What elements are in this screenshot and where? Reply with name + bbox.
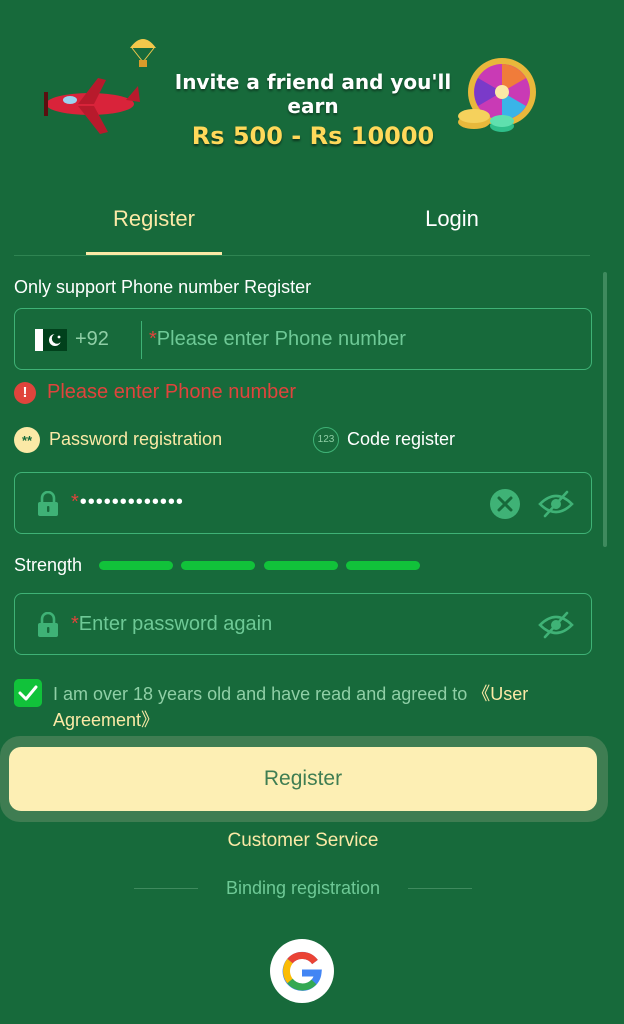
password-input[interactable]: *••••••••••••• [71, 491, 184, 514]
password-registration-option[interactable]: Password registration [49, 429, 222, 450]
country-code[interactable]: +92 [75, 328, 109, 351]
password-method-icon[interactable]: ** [14, 427, 40, 453]
lock-icon [38, 612, 58, 637]
invite-banner[interactable]: Invite a friend and you'll earn Rs 500 -… [40, 30, 570, 150]
code-method-icon[interactable]: 123 [313, 427, 339, 453]
password-value: ••••••••••••• [79, 491, 184, 513]
scrollbar[interactable] [603, 272, 607, 547]
agreement-checkbox[interactable] [14, 679, 42, 707]
phone-field[interactable]: +92 *Please enter Phone number [14, 308, 592, 370]
agreement-statement: I am over 18 years old and have read and… [53, 684, 473, 704]
coins-icon [458, 109, 514, 132]
phone-placeholder: Please enter Phone number [156, 328, 406, 350]
clear-icon[interactable] [489, 488, 521, 520]
banner-amount: Rs 500 - Rs 10000 [191, 122, 435, 150]
strength-segment [264, 561, 338, 570]
required-mark: * [71, 613, 79, 635]
eye-off-icon[interactable] [537, 610, 575, 640]
google-login-button[interactable] [270, 939, 334, 1003]
agreement-row: I am over 18 years old and have read and… [14, 679, 594, 731]
agreement-text: I am over 18 years old and have read and… [53, 681, 593, 733]
lock-icon [38, 491, 58, 516]
auth-tabs: Register Login [14, 190, 590, 256]
strength-segment [346, 561, 420, 570]
field-divider [141, 321, 142, 359]
required-mark: * [71, 491, 80, 513]
strength-segment [99, 561, 173, 570]
register-button[interactable]: Register [9, 747, 597, 811]
code-register-option[interactable]: Code register [347, 429, 455, 450]
strength-segment [181, 561, 255, 570]
banner-text: Invite a friend and you'll earn Rs 500 -… [148, 70, 478, 150]
confirm-password-input[interactable]: *Enter password again [71, 613, 272, 636]
tab-register[interactable]: Register [86, 206, 222, 232]
required-mark: * [149, 328, 157, 350]
error-icon: ! [14, 382, 36, 404]
divider-line [408, 888, 472, 889]
pakistan-flag-icon[interactable] [35, 329, 67, 351]
airplane-icon [44, 78, 140, 134]
register-button-container: Register [0, 736, 608, 822]
eye-off-icon[interactable] [537, 489, 575, 519]
password-strength: Strength [14, 554, 434, 576]
customer-service-link[interactable]: Customer Service [0, 830, 606, 852]
tab-login[interactable]: Login [384, 206, 520, 232]
confirm-password-field[interactable]: *Enter password again [14, 593, 592, 655]
password-field[interactable]: *••••••••••••• [14, 472, 592, 534]
strength-label: Strength [14, 555, 83, 575]
parachute-icon [130, 39, 156, 67]
google-icon [282, 951, 322, 991]
active-tab-indicator [86, 252, 222, 255]
registration-method: ** Password registration 123 Code regist… [14, 426, 594, 454]
binding-registration: Binding registration [134, 878, 472, 900]
confirm-password-placeholder: Enter password again [78, 613, 273, 635]
error-message: Please enter Phone number [47, 381, 297, 403]
banner-headline: Invite a friend and you'll earn [174, 70, 452, 118]
phone-input[interactable]: *Please enter Phone number [149, 328, 406, 351]
support-note: Only support Phone number Register [14, 277, 312, 297]
